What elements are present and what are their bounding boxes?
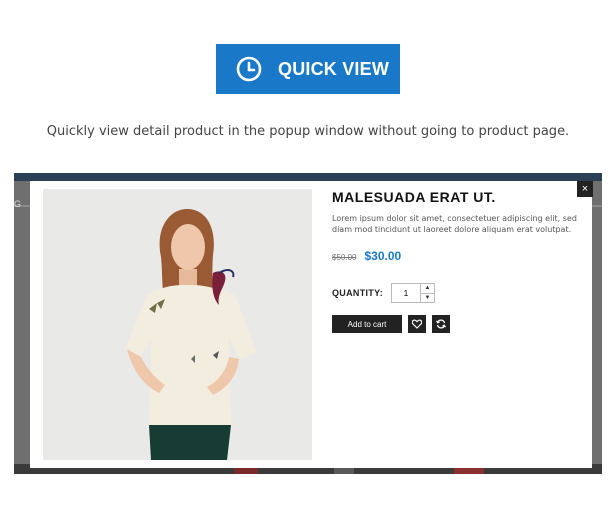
quick-view-banner: QUICK VIEW — [216, 44, 400, 94]
decrement-icon[interactable]: ▼ — [421, 293, 435, 303]
heart-icon — [412, 319, 422, 329]
background-page: G × MALESUADA ERAT UT. Lorem ipsum dolor… — [14, 173, 602, 474]
quantity-input[interactable] — [392, 284, 421, 302]
quantity-stepper: ▲ ▼ — [391, 283, 436, 303]
refresh-icon — [436, 319, 446, 329]
current-price: $30.00 — [364, 249, 402, 263]
increment-icon[interactable]: ▲ — [421, 284, 434, 293]
clock-icon — [236, 56, 262, 82]
product-description: Lorem ipsum dolor sit amet, consectetuer… — [332, 214, 577, 234]
quantity-label: QUANTITY: — [332, 288, 384, 298]
product-photo-illustration — [43, 189, 312, 460]
product-title: MALESUADA ERAT UT. — [332, 189, 496, 205]
price-row: $50.00 $30.00 — [332, 249, 587, 263]
product-image — [43, 189, 312, 460]
quantity-row: QUANTITY: ▲ ▼ — [332, 283, 587, 303]
page-ghost-text: G — [14, 199, 22, 209]
banner-title: QUICK VIEW — [278, 58, 390, 79]
wishlist-button[interactable] — [408, 315, 426, 333]
compare-button[interactable] — [432, 315, 450, 333]
quantity-spinner: ▲ ▼ — [420, 284, 435, 303]
old-price: $50.00 — [332, 253, 357, 262]
quick-view-modal: × MALESUADA ERAT UT. Lorem ipsum dolor s… — [30, 181, 593, 468]
page-header-bar — [14, 173, 602, 181]
add-to-cart-button[interactable]: Add to cart — [332, 315, 402, 333]
action-row: Add to cart — [332, 315, 587, 333]
tagline: Quickly view detail product in the popup… — [46, 124, 570, 139]
product-details: MALESUADA ERAT UT. Lorem ipsum dolor sit… — [332, 189, 587, 333]
